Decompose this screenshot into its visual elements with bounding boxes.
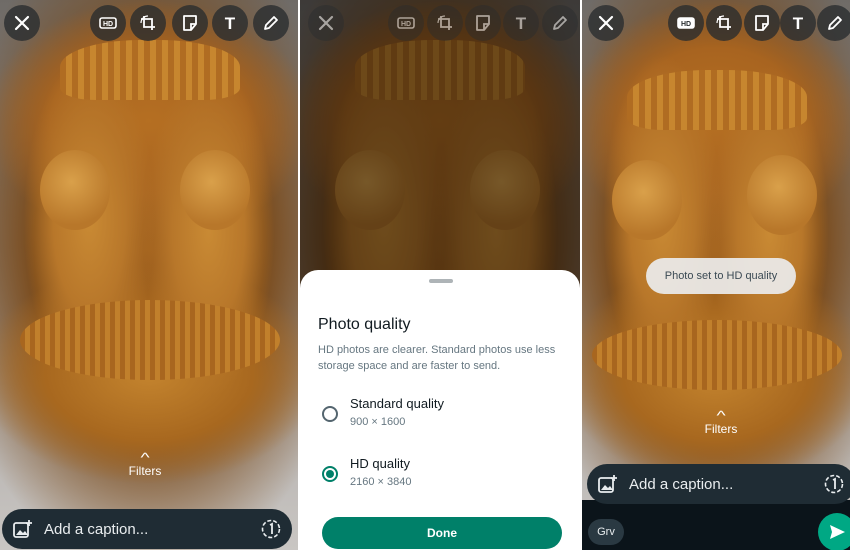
filters-toggle[interactable]: ^ Filters [701,408,741,436]
option-standard-quality[interactable]: Standard quality 900 × 1600 [318,396,568,436]
close-icon [598,15,614,31]
text-tool-button[interactable]: T [780,5,816,41]
hd-icon: HD [397,17,415,29]
text-tool-button[interactable]: T [503,5,539,41]
hd-icon-label: HD [401,21,411,28]
idol-base [20,300,280,380]
option-hd-quality[interactable]: HD quality 2160 × 3840 [318,456,568,496]
sticker-button[interactable] [172,5,208,41]
add-image-icon[interactable] [12,518,34,540]
sticker-icon [183,15,197,31]
hd-icon-label: HD [681,21,691,28]
chevron-up-icon: ^ [140,450,150,465]
sticker-icon [476,15,490,31]
hd-quality-button[interactable]: HD [90,5,126,41]
text-icon: T [516,14,527,33]
pencil-icon [553,16,567,30]
crop-rotate-button[interactable] [130,5,166,41]
option-label: Standard quality [350,396,444,411]
view-once-icon[interactable] [260,518,282,540]
filters-toggle[interactable]: ^ Filters [125,450,165,478]
draw-button[interactable] [817,5,850,41]
close-button[interactable] [588,5,624,41]
text-icon: T [793,14,804,33]
chevron-up-icon: ^ [716,408,726,423]
hd-quality-button[interactable]: HD [388,5,424,41]
sheet-title: Photo quality [318,316,411,333]
idol-crown [627,70,807,130]
text-icon: T [225,14,236,33]
crop-rotate-icon [140,15,155,30]
option-resolution: 2160 × 3840 [350,476,412,488]
crop-rotate-icon [437,15,452,30]
editor-toolbar: HD T [582,5,850,45]
hd-icon: HD [99,17,117,29]
send-area: Grv [582,500,850,550]
option-label: HD quality [350,456,410,471]
text-icon-label: T [793,14,804,33]
sticker-button[interactable] [465,5,501,41]
hd-quality-radio[interactable] [322,466,338,482]
close-icon [14,15,30,31]
draw-button[interactable] [542,5,578,41]
text-tool-button[interactable]: T [212,5,248,41]
idol-left [40,150,110,230]
pencil-icon [828,16,842,30]
filters-label: Filters [704,422,738,436]
caption-bar: Add a caption... [587,464,850,504]
caption-input[interactable]: Add a caption... [629,476,823,493]
send-icon [830,525,845,539]
pencil-icon [264,16,278,30]
send-button[interactable] [818,513,850,550]
close-button[interactable] [4,5,40,41]
editor-toolbar: HD T [300,5,580,45]
text-icon-label: T [516,14,527,33]
editor-panel-initial: HD T ^ Filters Add a caption... [0,0,298,550]
editor-panel-hd-set: HD T Photo set to HD quality ^ Filters G… [582,0,850,550]
crop-rotate-button[interactable] [427,5,463,41]
caption-bar: Add a caption... [2,509,292,549]
recipient-chip[interactable]: Grv [588,519,624,545]
idol-base [592,320,842,390]
standard-quality-radio[interactable] [322,406,338,422]
sheet-drag-handle[interactable] [429,279,453,283]
hd-quality-button[interactable]: HD [668,5,704,41]
sticker-button[interactable] [744,5,780,41]
editor-toolbar: HD T [0,5,298,45]
text-icon-label: T [225,14,236,33]
filters-label: Filters [128,464,162,478]
photo-quality-sheet: Photo quality HD photos are clearer. Sta… [300,270,580,550]
sheet-description: HD photos are clearer. Standard photos u… [318,344,556,372]
idol-right [747,155,817,235]
hd-toast: Photo set to HD quality [646,258,796,294]
view-once-icon[interactable] [823,473,845,495]
idol-right [180,150,250,230]
crop-rotate-button[interactable] [706,5,742,41]
done-button[interactable]: Done [322,517,562,549]
add-image-icon[interactable] [597,473,619,495]
caption-input[interactable]: Add a caption... [44,521,260,538]
idol-crown [60,40,240,100]
close-button[interactable] [308,5,344,41]
hd-icon: HD [677,17,695,29]
close-icon [318,15,334,31]
editor-panel-quality-sheet: HD T Photo quality HD photos are clearer… [300,0,580,550]
option-resolution: 900 × 1600 [350,416,406,428]
idol-left [612,160,682,240]
hd-icon-label: HD [103,21,113,28]
sticker-icon [755,15,769,31]
crop-rotate-icon [716,15,731,30]
draw-button[interactable] [253,5,289,41]
